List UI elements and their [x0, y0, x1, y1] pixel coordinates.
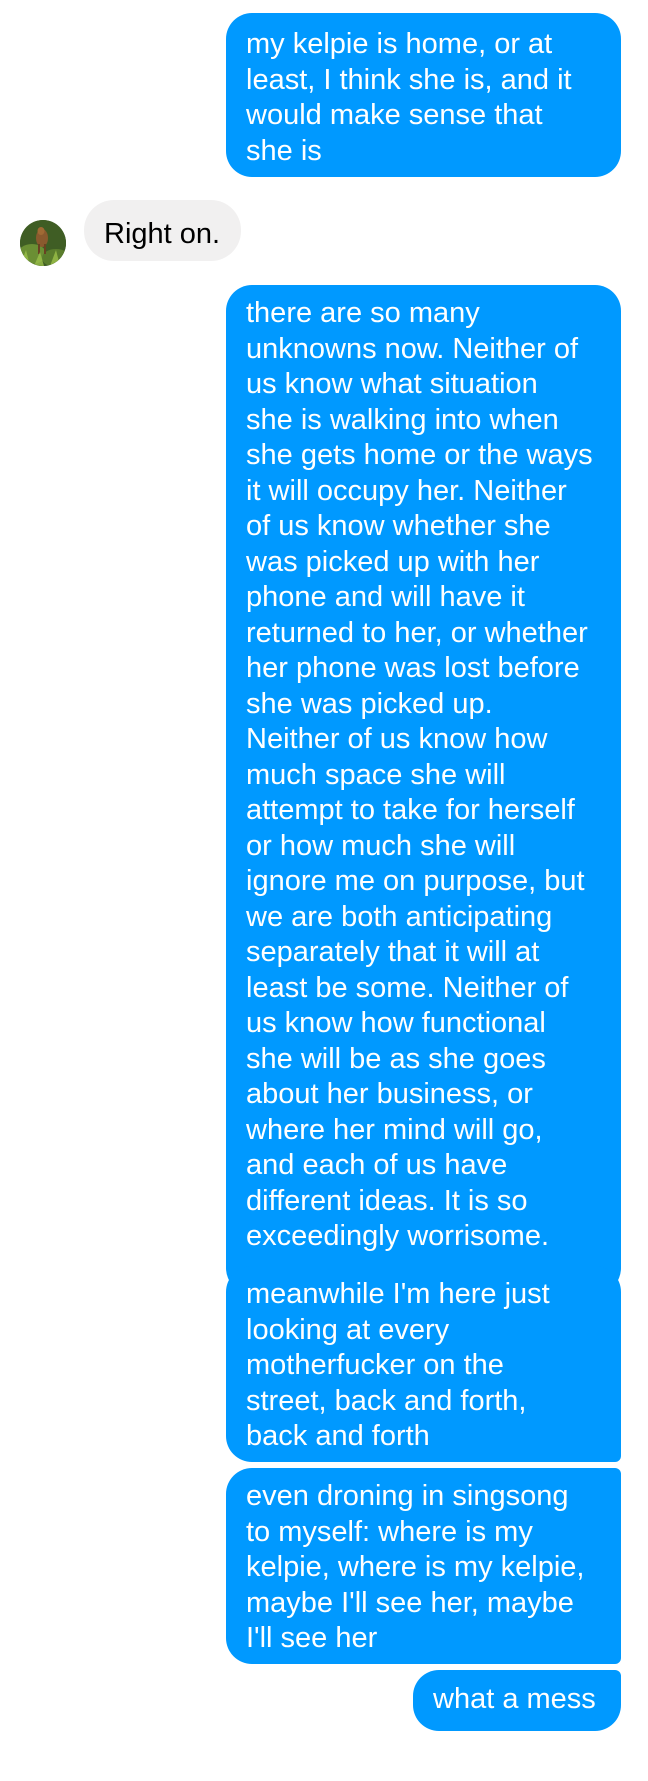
outgoing-message[interactable]: there are so many unknowns now. Neither … — [226, 285, 621, 1294]
outgoing-message[interactable]: even droning in singsong to myself: wher… — [226, 1468, 621, 1664]
incoming-message[interactable]: Right on. — [84, 200, 241, 261]
contact-avatar[interactable] — [20, 220, 66, 266]
outgoing-message[interactable]: my kelpie is home, or at least, I think … — [226, 13, 621, 177]
outgoing-message[interactable]: what a mess — [413, 1670, 621, 1731]
avatar-photo-icon — [20, 220, 66, 266]
outgoing-message[interactable]: meanwhile I'm here just looking at every… — [226, 1266, 621, 1462]
